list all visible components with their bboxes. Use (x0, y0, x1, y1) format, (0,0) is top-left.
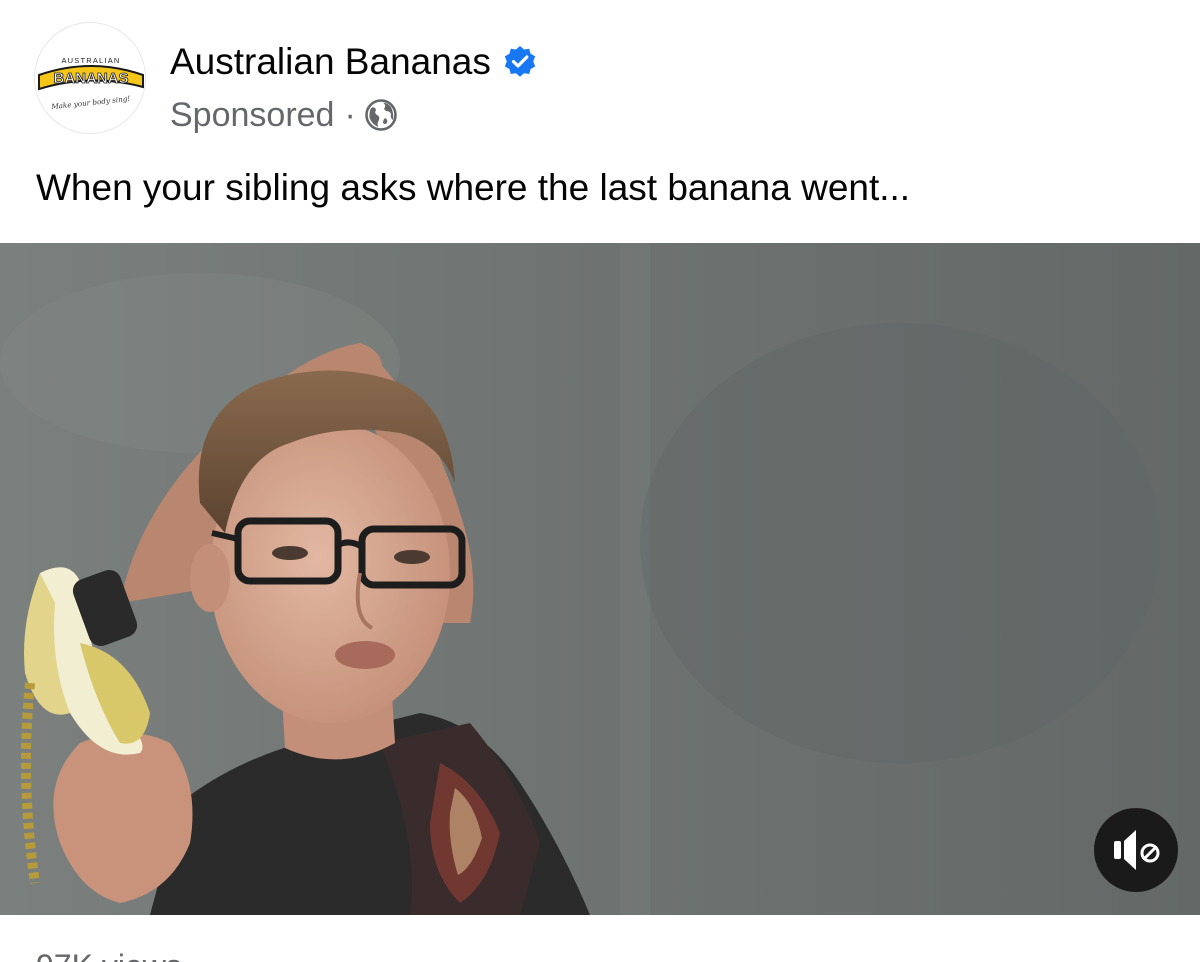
page-name-link[interactable]: Australian Bananas (170, 41, 491, 83)
video-player[interactable] (0, 243, 1200, 915)
speaker-muted-icon (1114, 830, 1160, 870)
page-name-row: Australian Bananas (170, 38, 537, 86)
logo-top-text: AUSTRALIAN (61, 56, 120, 65)
verified-badge-icon (503, 45, 537, 79)
meta-separator: · (344, 95, 356, 134)
post-meta-row: Sponsored · (170, 93, 398, 137)
post-header: AUSTRALIAN BANANAS Make your body sing! … (0, 0, 1200, 150)
globe-icon[interactable] (364, 98, 398, 132)
logo-brand-text: BANANAS (54, 70, 129, 87)
view-count[interactable]: 97K views (36, 946, 182, 962)
mute-button[interactable] (1094, 808, 1178, 892)
sponsored-post: AUSTRALIAN BANANAS Make your body sing! … (0, 0, 1200, 962)
video-frame (0, 243, 1200, 915)
post-caption: When your sibling asks where the last ba… (36, 167, 911, 208)
australian-bananas-logo: AUSTRALIAN BANANAS Make your body sing! (35, 23, 145, 133)
sponsored-label[interactable]: Sponsored (170, 96, 334, 135)
page-avatar[interactable]: AUSTRALIAN BANANAS Make your body sing! (34, 22, 146, 134)
